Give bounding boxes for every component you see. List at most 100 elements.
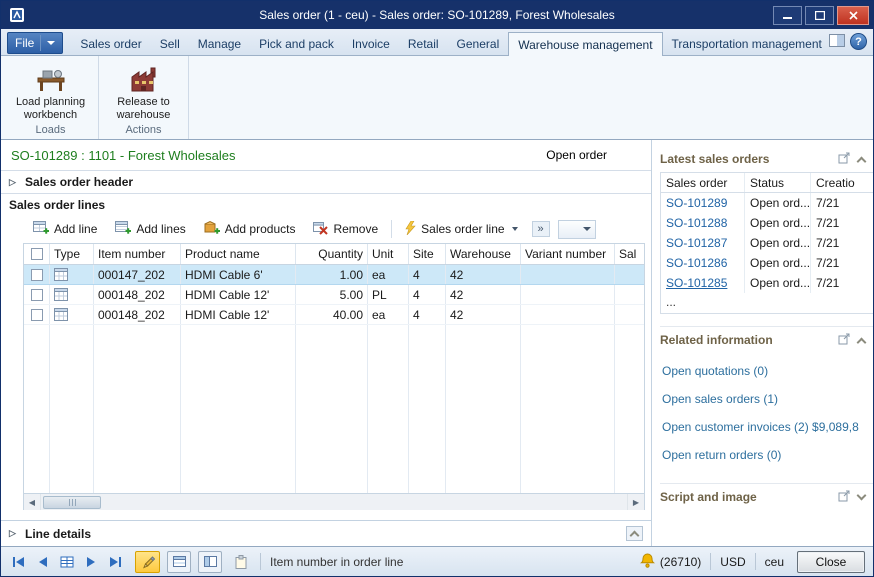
expand-arrow-icon[interactable]: ▷: [9, 528, 18, 539]
row-checkbox[interactable]: [31, 269, 43, 281]
tab-sales-order[interactable]: Sales order: [71, 33, 150, 54]
tab-transportation-management[interactable]: Transportation management: [663, 33, 831, 54]
column-header-unit[interactable]: Unit: [368, 244, 409, 264]
grid-view-button[interactable]: [57, 552, 76, 572]
unit-cell[interactable]: PL: [368, 285, 409, 304]
scrollbar-thumb[interactable]: [43, 496, 101, 509]
item-number-cell[interactable]: 000148_202: [94, 285, 181, 304]
site-cell[interactable]: 4: [409, 285, 446, 304]
tab-invoice[interactable]: Invoice: [343, 33, 399, 54]
open-quotations-link[interactable]: Open quotations (0): [662, 357, 873, 385]
open-customer-invoices-link[interactable]: Open customer invoices (2) $9,089,8: [662, 413, 873, 441]
fb-column-sales-order[interactable]: Sales order: [661, 173, 745, 192]
warehouse-cell[interactable]: 42: [446, 285, 521, 304]
warehouse-cell[interactable]: 42: [446, 265, 521, 284]
select-all-cell[interactable]: [24, 244, 50, 264]
tab-sell[interactable]: Sell: [151, 33, 189, 54]
column-header-type[interactable]: Type: [50, 244, 94, 264]
edit-record-button[interactable]: [135, 551, 160, 573]
sales-order-link[interactable]: SO-101285: [666, 276, 727, 290]
company-indicator[interactable]: ceu: [765, 555, 784, 569]
show-grid-view-button[interactable]: [167, 551, 191, 573]
collapse-chevron-icon[interactable]: [857, 156, 867, 166]
tab-pick-and-pack[interactable]: Pick and pack: [250, 33, 343, 54]
alerts-count[interactable]: (26710): [660, 555, 701, 569]
scroll-right-icon[interactable]: ▶: [627, 494, 644, 510]
item-number-cell[interactable]: 000148_202: [94, 305, 181, 324]
next-record-button[interactable]: [81, 552, 100, 572]
row-select-cell[interactable]: [24, 305, 50, 324]
sales-order-line-menu-button[interactable]: Sales order line: [397, 218, 525, 241]
quantity-cell[interactable]: 40.00: [296, 305, 368, 324]
tab-manage[interactable]: Manage: [189, 33, 250, 54]
add-line-button[interactable]: Add line: [25, 217, 105, 241]
tab-general[interactable]: General: [448, 33, 509, 54]
title-bar[interactable]: Sales order (1 - ceu) - Sales order: SO-…: [1, 1, 873, 29]
select-all-checkbox[interactable]: [31, 248, 43, 260]
column-header-product-name[interactable]: Product name: [181, 244, 296, 264]
column-header-site[interactable]: Site: [409, 244, 446, 264]
remove-button[interactable]: Remove: [305, 218, 386, 241]
item-number-cell[interactable]: 000147_202: [94, 265, 181, 284]
panel-layout-icon[interactable]: [829, 34, 845, 50]
scroll-left-icon[interactable]: ◀: [24, 494, 41, 510]
expand-arrow-icon[interactable]: ▷: [9, 177, 18, 188]
first-record-button[interactable]: [9, 552, 28, 572]
open-return-orders-link[interactable]: Open return orders (0): [662, 441, 873, 469]
fb-column-status[interactable]: Status: [745, 173, 811, 192]
previous-record-button[interactable]: [33, 552, 52, 572]
warehouse-cell[interactable]: 42: [446, 305, 521, 324]
factbox-latest-sales-orders-header[interactable]: Latest sales orders: [660, 148, 873, 170]
minimize-button[interactable]: [773, 6, 802, 25]
column-header-item-number[interactable]: Item number: [94, 244, 181, 264]
variant-number-cell[interactable]: [521, 285, 615, 304]
popout-icon[interactable]: [838, 490, 851, 505]
sales-line-row[interactable]: 000148_202 HDMI Cable 12' 40.00 ea 4 42: [24, 305, 644, 325]
tab-warehouse-management[interactable]: Warehouse management: [508, 32, 662, 56]
row-checkbox[interactable]: [31, 309, 43, 321]
currency-indicator[interactable]: USD: [720, 555, 745, 569]
toolbar-overflow-button[interactable]: »: [532, 221, 550, 237]
variant-number-cell[interactable]: [521, 265, 615, 284]
row-select-cell[interactable]: [24, 285, 50, 304]
add-lines-button[interactable]: Add lines: [107, 217, 193, 241]
maximize-button[interactable]: [805, 6, 834, 25]
load-planning-workbench-button[interactable]: Load planning workbench: [5, 59, 96, 123]
sales-order-link[interactable]: SO-101287: [666, 236, 727, 250]
row-checkbox[interactable]: [31, 289, 43, 301]
variant-number-cell[interactable]: [521, 305, 615, 324]
add-products-button[interactable]: Add products: [196, 217, 304, 241]
sal-cell[interactable]: [615, 285, 644, 304]
column-header-variant-number[interactable]: Variant number: [521, 244, 615, 264]
sal-cell[interactable]: [615, 265, 644, 284]
sales-line-row[interactable]: 000147_202 HDMI Cable 6' 1.00 ea 4 42: [24, 265, 644, 285]
unit-cell[interactable]: ea: [368, 305, 409, 324]
factbox-script-and-image-header[interactable]: Script and image: [660, 486, 873, 508]
horizontal-scrollbar[interactable]: ◀ ▶: [24, 493, 644, 510]
site-cell[interactable]: 4: [409, 265, 446, 284]
section-line-details[interactable]: ▷ Line details: [1, 520, 651, 546]
section-sales-order-header[interactable]: ▷ Sales order header: [1, 170, 651, 193]
popout-icon[interactable]: [838, 333, 851, 348]
sales-order-link[interactable]: SO-101288: [666, 216, 727, 230]
clipboard-icon[interactable]: [231, 551, 251, 573]
row-select-cell[interactable]: [24, 265, 50, 284]
site-cell[interactable]: 4: [409, 305, 446, 324]
unit-cell[interactable]: ea: [368, 265, 409, 284]
open-sales-orders-link[interactable]: Open sales orders (1): [662, 385, 873, 413]
close-button[interactable]: Close: [797, 551, 865, 573]
column-header-warehouse[interactable]: Warehouse: [446, 244, 521, 264]
product-name-cell[interactable]: HDMI Cable 12': [181, 305, 296, 324]
release-to-warehouse-button[interactable]: Release to warehouse: [101, 59, 186, 123]
expand-chevron-icon[interactable]: [857, 490, 867, 500]
close-window-button[interactable]: [837, 6, 869, 25]
column-header-quantity[interactable]: Quantity: [296, 244, 368, 264]
product-name-cell[interactable]: HDMI Cable 6': [181, 265, 296, 284]
tab-retail[interactable]: Retail: [399, 33, 448, 54]
show-details-view-button[interactable]: [198, 551, 222, 573]
collapse-chevron-icon[interactable]: [857, 337, 867, 347]
toolbar-dropdown-button[interactable]: [558, 220, 596, 239]
collapse-pane-button[interactable]: [626, 526, 643, 541]
column-header-sal[interactable]: Sal: [615, 244, 644, 264]
file-menu-button[interactable]: File: [7, 32, 63, 54]
